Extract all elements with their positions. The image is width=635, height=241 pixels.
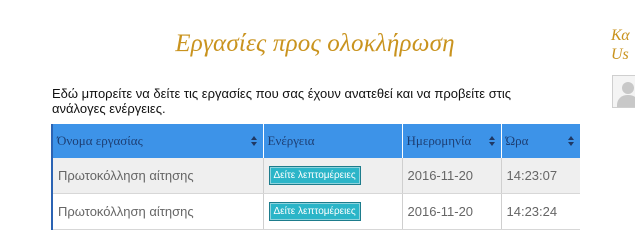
column-header-action[interactable]: Ενέργεια <box>262 124 402 158</box>
sidebar-title: Κα Us <box>611 26 630 64</box>
sidebar-title-line: Κα <box>611 27 630 44</box>
column-header-label: Ενέργεια <box>267 133 315 148</box>
date-cell: 2016-11-20 <box>401 158 501 194</box>
intro-text: Εδώ μπορείτε να δείτε τις εργασίες που σ… <box>52 86 512 116</box>
view-details-button[interactable]: Δείτε λεπτομέρειες <box>268 166 361 185</box>
table-header-row: Όνομα εργασίας Ενέργεια Ημερομηνία Ώρα <box>51 124 580 158</box>
date-cell: 2016-11-20 <box>401 193 501 230</box>
column-header-name[interactable]: Όνομα εργασίας <box>51 124 263 158</box>
column-header-label: Ώρα <box>505 133 529 148</box>
table-row: Πρωτοκόλληση αίτησης Δείτε λεπτομέρειες … <box>51 158 580 194</box>
view-details-button[interactable]: Δείτε λεπτομέρειες <box>268 202 361 221</box>
time-cell: 14:23:07 <box>500 158 580 194</box>
action-cell: Δείτε λεπτομέρειες <box>262 193 402 230</box>
time-cell: 14:23:24 <box>500 193 580 230</box>
sort-icon[interactable] <box>250 136 257 146</box>
task-name-cell: Πρωτοκόλληση αίτησης <box>51 193 263 230</box>
sort-icon[interactable] <box>488 136 495 146</box>
sidebar-title-line: Us <box>611 46 629 63</box>
action-cell: Δείτε λεπτομέρειες <box>262 158 402 194</box>
table-row: Πρωτοκόλληση αίτησης Δείτε λεπτομέρειες … <box>51 193 580 230</box>
sort-icon[interactable] <box>568 136 574 146</box>
column-header-date[interactable]: Ημερομηνία <box>401 124 501 158</box>
user-avatar-icon <box>612 75 635 108</box>
column-header-label: Ημερομηνία <box>406 133 472 148</box>
column-header-time[interactable]: Ώρα <box>500 124 580 158</box>
tasks-table: Όνομα εργασίας Ενέργεια Ημερομηνία Ώρα Π… <box>51 124 580 230</box>
task-name-cell: Πρωτοκόλληση αίτησης <box>51 158 263 194</box>
column-header-label: Όνομα εργασίας <box>57 133 143 148</box>
page-title: Εργασίες προς ολοκλήρωση <box>175 30 455 57</box>
